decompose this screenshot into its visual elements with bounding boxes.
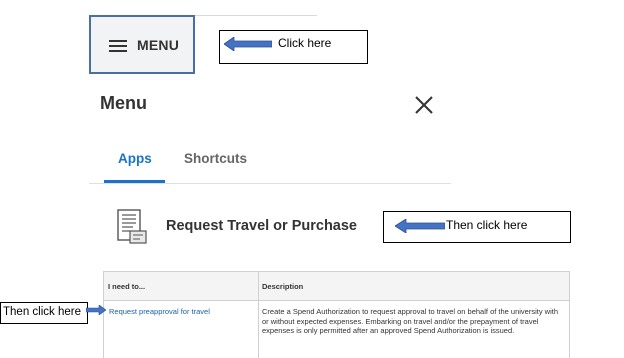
app-request-travel-or-purchase[interactable]: Request Travel or Purchase [166,218,357,234]
callout-text: Click here [278,36,332,50]
row-description: Create a Spend Authorization to request … [262,307,559,335]
menu-button-label: MENU [137,37,180,53]
document-form-icon [117,209,147,244]
column-header-action: I need to... [108,282,146,291]
tab-apps[interactable]: Apps [118,151,152,166]
tab-shortcuts[interactable]: Shortcuts [184,151,247,166]
left-arrow-icon [395,219,445,233]
request-preapproval-link[interactable]: Request preapproval for travel [109,307,210,316]
column-divider [258,272,259,358]
active-tab-indicator [104,180,165,183]
menu-button[interactable]: MENU [89,15,195,74]
close-icon[interactable] [413,94,435,116]
panel-title: Menu [100,93,147,113]
hamburger-icon [109,40,127,52]
callout-text: Then click here [446,218,528,232]
column-header-description: Description [262,282,304,291]
task-table: I need to... Description Request preappr… [103,271,570,358]
callout-then-click-here-left: Then click here [0,302,88,324]
callout-text: Then click here [3,306,81,318]
left-arrow-icon [224,37,272,51]
tab-divider [89,183,451,184]
right-arrow-icon [86,305,106,315]
table-header [104,272,569,301]
top-divider [195,15,317,16]
